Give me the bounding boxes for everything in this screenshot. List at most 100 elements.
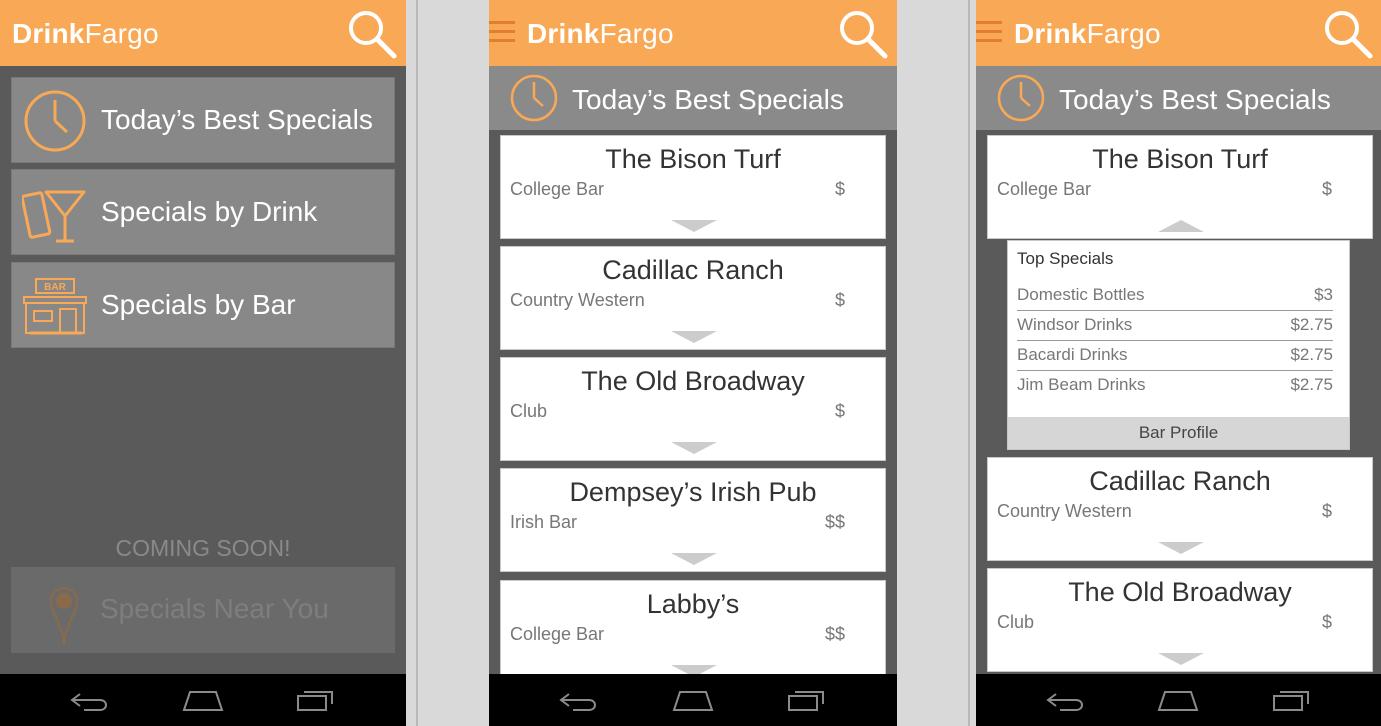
search-icon[interactable] [837,8,889,60]
top-specials-panel: Top Specials Domestic Bottles $3 Windsor… [1007,240,1350,450]
back-icon[interactable] [1046,688,1086,712]
bar-card-expanded[interactable]: The Bison Turf College Bar $ [987,135,1373,239]
system-nav-bar [976,674,1381,726]
bar-card[interactable]: The Old Broadway Club $ [987,568,1373,672]
menu-specials-near-you: Specials Near You [11,567,395,653]
bar-type: Country Western [997,501,1132,521]
bar-price-level: $$ [824,512,845,532]
section-title: Today’s Best Specials [572,84,844,115]
bar-name: Labby’s [646,589,740,619]
bar-name: The Bison Turf [1092,144,1268,174]
clock-icon [24,90,86,152]
special-name: Domestic Bottles [1017,285,1145,304]
expand-chevron-icon[interactable] [671,553,717,565]
background-gap [406,0,489,726]
bar-card[interactable]: The Bison Turf College Bar $ [500,135,886,239]
search-icon[interactable] [1322,8,1374,60]
expand-chevron-icon[interactable] [671,331,717,343]
bar-price-level: $$ [824,624,845,644]
menu-specials-by-drink[interactable]: Specials by Drink [11,169,395,255]
bar-type: Club [510,401,548,421]
system-nav-bar [489,674,897,726]
collapse-chevron-icon[interactable] [1158,220,1204,232]
coming-soon-label: COMING SOON! [115,535,291,561]
app-bar: DrinkFargo [0,0,406,66]
bar-name: The Old Broadway [581,366,805,396]
bar-type: College Bar [997,179,1092,199]
menu-todays-best-specials[interactable]: Today’s Best Specials [11,77,395,163]
special-row: Bacardi Drinks $2.75 [1017,341,1333,371]
special-row: Jim Beam Drinks $2.75 [1017,371,1333,401]
bar-price-level: $ [1321,612,1332,632]
hamburger-menu-icon[interactable] [976,21,1002,45]
clock-icon [997,74,1045,122]
home-icon[interactable] [182,688,224,712]
app-bar: DrinkFargo [976,0,1381,66]
specials-detail-screen: DrinkFargo Today’s Best Specials The Bis… [976,0,1381,726]
special-price: $2.75 [1290,315,1333,334]
section-header: Today’s Best Specials [976,66,1381,130]
bar-card[interactable]: Labby’s College Bar $$ [500,580,886,684]
bar-card[interactable]: The Old Broadway Club $ [500,357,886,461]
recents-icon[interactable] [1272,688,1312,712]
bar-name: The Old Broadway [1068,577,1292,607]
bar-type: College Bar [510,624,605,644]
back-icon[interactable] [559,688,599,712]
recents-icon[interactable] [787,688,827,712]
app-logo: DrinkFargo [1014,18,1161,49]
top-specials-title: Top Specials [1017,249,1114,268]
home-screen: DrinkFargo Today’s Best Specials Special… [0,0,406,726]
special-row: Windsor Drinks $2.75 [1017,311,1333,341]
section-title: Today’s Best Specials [1059,84,1331,115]
bar-price-level: $ [1321,179,1332,199]
special-name: Windsor Drinks [1017,315,1133,334]
special-price: $2.75 [1290,345,1333,364]
menu-specials-by-bar[interactable]: BAR Specials by Bar [11,262,395,348]
divider [968,0,970,726]
bar-profile-button[interactable]: Bar Profile [1008,417,1349,449]
location-pin-icon [49,587,79,645]
menu-label: Today’s Best Specials [101,104,373,135]
bar-type: College Bar [510,179,605,199]
menu-label: Specials Near You [100,593,329,624]
back-icon[interactable] [70,688,110,712]
divider [416,0,418,726]
special-row: Domestic Bottles $3 [1017,281,1333,311]
bar-card[interactable]: Dempsey’s Irish Pub Irish Bar $$ [500,468,886,572]
app-bar: DrinkFargo [489,0,897,66]
special-name: Jim Beam Drinks [1017,375,1146,394]
bar-type: Country Western [510,290,645,310]
expand-chevron-icon[interactable] [1158,653,1204,665]
specials-list-screen: DrinkFargo Today’s Best Specials The Bis… [489,0,897,726]
expand-chevron-icon[interactable] [671,442,717,454]
bar-name: Cadillac Ranch [1089,466,1271,496]
bar-type: Irish Bar [510,512,578,532]
svg-text:BAR: BAR [44,282,66,293]
section-header: Today’s Best Specials [489,66,897,130]
special-name: Bacardi Drinks [1017,345,1128,364]
background-gap [897,0,976,726]
hamburger-menu-icon[interactable] [489,21,515,45]
app-logo: DrinkFargo [12,18,159,49]
clock-icon [510,74,558,122]
special-price: $2.75 [1290,375,1333,394]
bar-name: The Bison Turf [605,144,781,174]
bar-name: Dempsey’s Irish Pub [569,477,817,507]
bar-card[interactable]: Cadillac Ranch Country Western $ [987,457,1373,561]
menu-label: Specials by Bar [101,289,296,320]
special-price: $3 [1314,285,1333,304]
system-nav-bar [0,674,406,726]
search-icon[interactable] [346,8,398,60]
expand-chevron-icon[interactable] [671,220,717,232]
bar-price-level: $ [834,290,845,310]
expand-chevron-icon[interactable] [1158,542,1204,554]
home-icon[interactable] [1157,688,1199,712]
bar-price-level: $ [834,179,845,199]
bar-name: Cadillac Ranch [602,255,784,285]
recents-icon[interactable] [296,688,336,712]
cocktail-icon [22,190,86,243]
menu-label: Specials by Drink [101,196,318,227]
bar-card[interactable]: Cadillac Ranch Country Western $ [500,246,886,350]
bar-price-level: $ [1321,501,1332,521]
home-icon[interactable] [672,688,714,712]
